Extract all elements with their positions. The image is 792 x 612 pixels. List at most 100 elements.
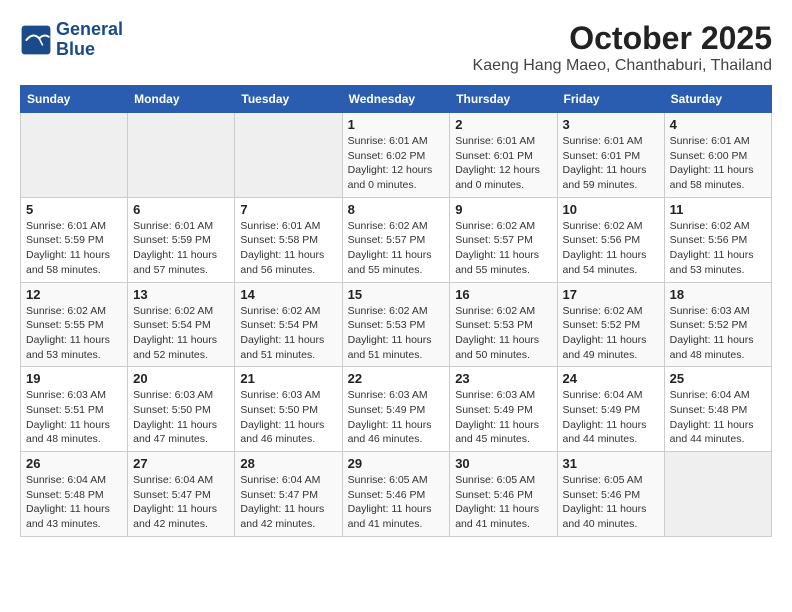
calendar-cell: 12 Sunrise: 6:02 AM Sunset: 5:55 PM Dayli… bbox=[21, 282, 128, 367]
weekday-header-tuesday: Tuesday bbox=[235, 86, 342, 113]
calendar-week-1: 1 Sunrise: 6:01 AM Sunset: 6:02 PM Daylig… bbox=[21, 113, 772, 198]
calendar-cell bbox=[21, 113, 128, 198]
day-number: 30 bbox=[455, 456, 551, 471]
day-number: 26 bbox=[26, 456, 122, 471]
day-info: Sunrise: 6:03 AM Sunset: 5:50 PM Dayligh… bbox=[133, 388, 229, 447]
calendar-cell: 27 Sunrise: 6:04 AM Sunset: 5:47 PM Dayli… bbox=[128, 452, 235, 537]
day-info: Sunrise: 6:03 AM Sunset: 5:49 PM Dayligh… bbox=[348, 388, 445, 447]
day-info: Sunrise: 6:03 AM Sunset: 5:51 PM Dayligh… bbox=[26, 388, 122, 447]
calendar-table: SundayMondayTuesdayWednesdayThursdayFrid… bbox=[20, 85, 772, 537]
day-info: Sunrise: 6:01 AM Sunset: 5:58 PM Dayligh… bbox=[240, 219, 336, 278]
day-number: 9 bbox=[455, 202, 551, 217]
day-number: 28 bbox=[240, 456, 336, 471]
day-info: Sunrise: 6:02 AM Sunset: 5:53 PM Dayligh… bbox=[455, 304, 551, 363]
calendar-cell: 1 Sunrise: 6:01 AM Sunset: 6:02 PM Daylig… bbox=[342, 113, 450, 198]
calendar-week-4: 19 Sunrise: 6:03 AM Sunset: 5:51 PM Dayli… bbox=[21, 367, 772, 452]
day-info: Sunrise: 6:03 AM Sunset: 5:49 PM Dayligh… bbox=[455, 388, 551, 447]
calendar-cell bbox=[664, 452, 771, 537]
day-number: 31 bbox=[563, 456, 659, 471]
day-info: Sunrise: 6:02 AM Sunset: 5:55 PM Dayligh… bbox=[26, 304, 122, 363]
day-info: Sunrise: 6:05 AM Sunset: 5:46 PM Dayligh… bbox=[348, 473, 445, 532]
page-title: October 2025 bbox=[473, 20, 772, 57]
day-info: Sunrise: 6:03 AM Sunset: 5:50 PM Dayligh… bbox=[240, 388, 336, 447]
day-number: 15 bbox=[348, 287, 445, 302]
day-number: 2 bbox=[455, 117, 551, 132]
day-info: Sunrise: 6:02 AM Sunset: 5:57 PM Dayligh… bbox=[455, 219, 551, 278]
day-number: 5 bbox=[26, 202, 122, 217]
day-number: 27 bbox=[133, 456, 229, 471]
day-info: Sunrise: 6:01 AM Sunset: 6:01 PM Dayligh… bbox=[455, 134, 551, 193]
day-number: 14 bbox=[240, 287, 336, 302]
day-number: 12 bbox=[26, 287, 122, 302]
day-number: 1 bbox=[348, 117, 445, 132]
day-info: Sunrise: 6:02 AM Sunset: 5:56 PM Dayligh… bbox=[670, 219, 766, 278]
calendar-week-5: 26Sunrise: 6:04 AM Sunset: 5:48 PM Dayli… bbox=[21, 452, 772, 537]
calendar-cell: 16 Sunrise: 6:02 AM Sunset: 5:53 PM Dayli… bbox=[450, 282, 557, 367]
day-info: Sunrise: 6:01 AM Sunset: 6:01 PM Dayligh… bbox=[563, 134, 659, 193]
weekday-header-saturday: Saturday bbox=[664, 86, 771, 113]
calendar-cell: 13Sunrise: 6:02 AM Sunset: 5:54 PM Dayli… bbox=[128, 282, 235, 367]
day-info: Sunrise: 6:05 AM Sunset: 5:46 PM Dayligh… bbox=[455, 473, 551, 532]
day-number: 23 bbox=[455, 371, 551, 386]
calendar-cell: 19 Sunrise: 6:03 AM Sunset: 5:51 PM Dayli… bbox=[21, 367, 128, 452]
day-info: Sunrise: 6:05 AM Sunset: 5:46 PM Dayligh… bbox=[563, 473, 659, 532]
day-info: Sunrise: 6:02 AM Sunset: 5:54 PM Dayligh… bbox=[240, 304, 336, 363]
calendar-cell: 22 Sunrise: 6:03 AM Sunset: 5:49 PM Dayli… bbox=[342, 367, 450, 452]
day-info: Sunrise: 6:04 AM Sunset: 5:48 PM Dayligh… bbox=[670, 388, 766, 447]
day-number: 13 bbox=[133, 287, 229, 302]
title-block: October 2025 Kaeng Hang Maeo, Chanthabur… bbox=[473, 20, 772, 75]
weekday-header-row: SundayMondayTuesdayWednesdayThursdayFrid… bbox=[21, 86, 772, 113]
calendar-cell: 15 Sunrise: 6:02 AM Sunset: 5:53 PM Dayli… bbox=[342, 282, 450, 367]
logo-icon bbox=[20, 24, 52, 56]
calendar-cell: 3Sunrise: 6:01 AM Sunset: 6:01 PM Daylig… bbox=[557, 113, 664, 198]
day-number: 10 bbox=[563, 202, 659, 217]
calendar-cell: 10 Sunrise: 6:02 AM Sunset: 5:56 PM Dayli… bbox=[557, 197, 664, 282]
calendar-cell: 18 Sunrise: 6:03 AM Sunset: 5:52 PM Dayli… bbox=[664, 282, 771, 367]
day-info: Sunrise: 6:01 AM Sunset: 6:02 PM Dayligh… bbox=[348, 134, 445, 193]
calendar-cell bbox=[128, 113, 235, 198]
calendar-cell: 30 Sunrise: 6:05 AM Sunset: 5:46 PM Dayli… bbox=[450, 452, 557, 537]
calendar-cell: 5 Sunrise: 6:01 AM Sunset: 5:59 PM Daylig… bbox=[21, 197, 128, 282]
day-number: 29 bbox=[348, 456, 445, 471]
calendar-cell: 17Sunrise: 6:02 AM Sunset: 5:52 PM Dayli… bbox=[557, 282, 664, 367]
day-info: Sunrise: 6:01 AM Sunset: 5:59 PM Dayligh… bbox=[133, 219, 229, 278]
day-number: 18 bbox=[670, 287, 766, 302]
calendar-cell: 23 Sunrise: 6:03 AM Sunset: 5:49 PM Dayli… bbox=[450, 367, 557, 452]
day-number: 7 bbox=[240, 202, 336, 217]
weekday-header-thursday: Thursday bbox=[450, 86, 557, 113]
calendar-cell: 24Sunrise: 6:04 AM Sunset: 5:49 PM Dayli… bbox=[557, 367, 664, 452]
calendar-cell: 9 Sunrise: 6:02 AM Sunset: 5:57 PM Daylig… bbox=[450, 197, 557, 282]
calendar-cell: 7 Sunrise: 6:01 AM Sunset: 5:58 PM Daylig… bbox=[235, 197, 342, 282]
day-number: 19 bbox=[26, 371, 122, 386]
day-info: Sunrise: 6:04 AM Sunset: 5:47 PM Dayligh… bbox=[133, 473, 229, 532]
day-info: Sunrise: 6:02 AM Sunset: 5:57 PM Dayligh… bbox=[348, 219, 445, 278]
weekday-header-wednesday: Wednesday bbox=[342, 86, 450, 113]
calendar-cell: 31 Sunrise: 6:05 AM Sunset: 5:46 PM Dayli… bbox=[557, 452, 664, 537]
day-info: Sunrise: 6:04 AM Sunset: 5:47 PM Dayligh… bbox=[240, 473, 336, 532]
day-info: Sunrise: 6:01 AM Sunset: 5:59 PM Dayligh… bbox=[26, 219, 122, 278]
day-number: 8 bbox=[348, 202, 445, 217]
calendar-cell: 20Sunrise: 6:03 AM Sunset: 5:50 PM Dayli… bbox=[128, 367, 235, 452]
day-number: 22 bbox=[348, 371, 445, 386]
day-number: 16 bbox=[455, 287, 551, 302]
day-info: Sunrise: 6:02 AM Sunset: 5:53 PM Dayligh… bbox=[348, 304, 445, 363]
calendar-cell: 29 Sunrise: 6:05 AM Sunset: 5:46 PM Dayli… bbox=[342, 452, 450, 537]
calendar-cell: 2 Sunrise: 6:01 AM Sunset: 6:01 PM Daylig… bbox=[450, 113, 557, 198]
calendar-cell: 4Sunrise: 6:01 AM Sunset: 6:00 PM Daylig… bbox=[664, 113, 771, 198]
day-number: 21 bbox=[240, 371, 336, 386]
calendar-cell: 25 Sunrise: 6:04 AM Sunset: 5:48 PM Dayli… bbox=[664, 367, 771, 452]
weekday-header-monday: Monday bbox=[128, 86, 235, 113]
day-info: Sunrise: 6:04 AM Sunset: 5:49 PM Dayligh… bbox=[563, 388, 659, 447]
calendar-week-2: 5 Sunrise: 6:01 AM Sunset: 5:59 PM Daylig… bbox=[21, 197, 772, 282]
day-info: Sunrise: 6:03 AM Sunset: 5:52 PM Dayligh… bbox=[670, 304, 766, 363]
page-subtitle: Kaeng Hang Maeo, Chanthaburi, Thailand bbox=[473, 57, 772, 75]
calendar-cell bbox=[235, 113, 342, 198]
calendar-cell: 8 Sunrise: 6:02 AM Sunset: 5:57 PM Daylig… bbox=[342, 197, 450, 282]
day-info: Sunrise: 6:02 AM Sunset: 5:56 PM Dayligh… bbox=[563, 219, 659, 278]
calendar-cell: 28 Sunrise: 6:04 AM Sunset: 5:47 PM Dayli… bbox=[235, 452, 342, 537]
calendar-cell: 21 Sunrise: 6:03 AM Sunset: 5:50 PM Dayli… bbox=[235, 367, 342, 452]
day-number: 11 bbox=[670, 202, 766, 217]
day-number: 25 bbox=[670, 371, 766, 386]
logo: General Blue bbox=[20, 20, 123, 60]
calendar-cell: 6Sunrise: 6:01 AM Sunset: 5:59 PM Daylig… bbox=[128, 197, 235, 282]
